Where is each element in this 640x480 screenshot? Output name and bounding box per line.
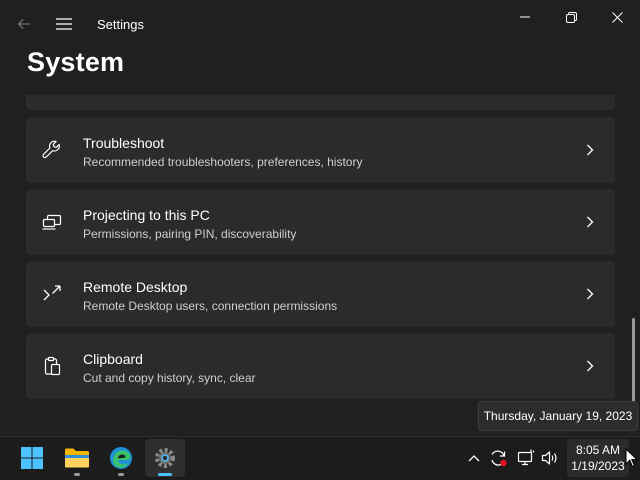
windows-logo-icon (21, 447, 43, 469)
settings-button[interactable] (145, 439, 185, 477)
volume-icon[interactable] (539, 447, 561, 469)
running-indicator (74, 473, 80, 476)
restore-icon (565, 11, 577, 23)
chevron-right-icon (582, 214, 598, 230)
settings-window: Settings System Troubleshoot Recommended… (0, 0, 640, 436)
card-title: Projecting to this PC (83, 207, 210, 223)
clipboard-icon (40, 354, 64, 378)
close-button[interactable] (594, 4, 640, 30)
projector-icon (40, 210, 64, 234)
chevron-up-icon[interactable] (463, 447, 485, 469)
chevron-right-icon (582, 142, 598, 158)
minimize-icon (520, 16, 530, 18)
hamburger-icon (56, 18, 72, 30)
file-explorer-button[interactable] (57, 439, 97, 477)
page-title: System (27, 47, 125, 77)
remote-desktop-icon (40, 282, 64, 306)
wrench-icon (40, 138, 64, 162)
card-description: Recommended troubleshooters, preferences… (83, 155, 363, 169)
card-description: Remote Desktop users, connection permiss… (83, 299, 338, 313)
restore-button[interactable] (548, 4, 594, 30)
back-button[interactable] (12, 12, 36, 36)
edge-browser-icon (110, 447, 132, 469)
close-icon (611, 11, 623, 23)
remote-desktop-card[interactable]: Remote Desktop Remote Desktop users, con… (26, 261, 615, 327)
card-title: Clipboard (83, 351, 143, 367)
edge-button[interactable] (101, 439, 141, 477)
clock-button[interactable]: 8:05 AM 1/19/2023 (567, 439, 629, 477)
vertical-scrollbar[interactable] (632, 318, 635, 402)
card-title: Troubleshoot (83, 135, 165, 151)
running-indicator (158, 473, 172, 476)
projecting-card[interactable]: Projecting to this PC Permissions, pairi… (26, 189, 615, 255)
mouse-cursor-icon (625, 448, 637, 468)
sync-icon[interactable] (487, 447, 509, 469)
card-description: Cut and copy history, sync, clear (83, 371, 256, 385)
minimize-button[interactable] (502, 4, 548, 30)
card-title: Remote Desktop (83, 279, 188, 295)
clock-time: 8:05 AM (575, 443, 621, 457)
chevron-right-icon (582, 358, 598, 374)
partial-setting-card[interactable] (26, 95, 615, 110)
navigation-menu-button[interactable] (52, 12, 76, 36)
chevron-right-icon (582, 286, 598, 302)
start-button[interactable] (12, 439, 52, 477)
troubleshoot-card[interactable]: Troubleshoot Recommended troubleshooters… (26, 117, 615, 183)
title-bar: Settings (0, 0, 640, 46)
back-arrow-icon (17, 19, 30, 29)
window-title: Settings (97, 17, 144, 32)
date-tooltip: Thursday, January 19, 2023 (478, 401, 638, 431)
clock-date: 1/19/2023 (571, 459, 625, 473)
network-icon[interactable] (515, 447, 537, 469)
folder-icon (65, 448, 89, 468)
clipboard-card[interactable]: Clipboard Cut and copy history, sync, cl… (26, 333, 615, 399)
running-indicator (118, 473, 124, 476)
card-description: Permissions, pairing PIN, discoverabilit… (83, 227, 297, 241)
taskbar: 8:05 AM 1/19/2023 (0, 436, 640, 480)
settings-gear-icon (155, 448, 175, 468)
